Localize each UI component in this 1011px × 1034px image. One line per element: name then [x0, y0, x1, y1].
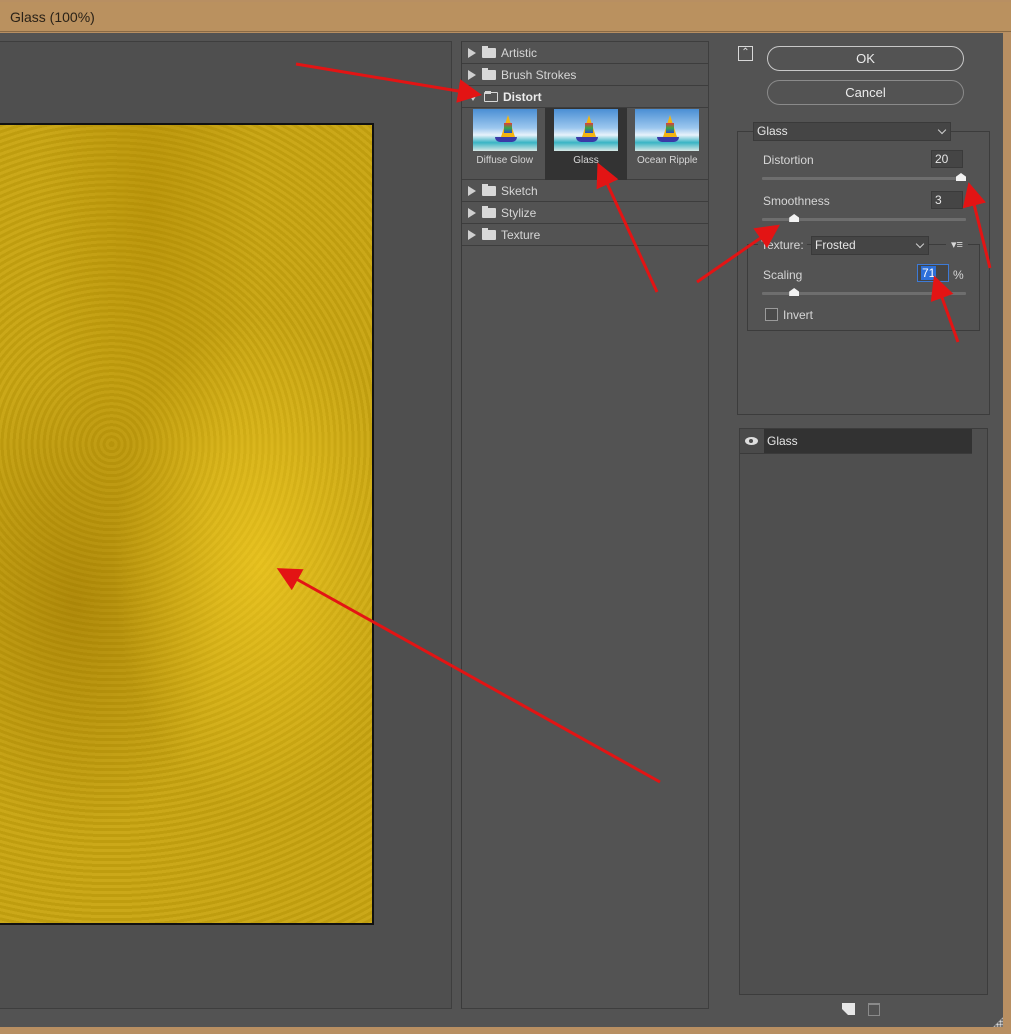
category-artistic[interactable]: Artistic: [462, 42, 708, 64]
distortion-label: Distortion: [763, 153, 814, 167]
filter-label: Glass: [573, 155, 599, 166]
divider: [740, 453, 972, 454]
dialog-body: Artistic Brush Strokes Distort Diffuse G…: [0, 33, 1003, 1027]
scaling-input[interactable]: 71: [917, 264, 949, 282]
category-label: Texture: [501, 227, 541, 242]
ok-button[interactable]: OK: [767, 46, 964, 71]
category-label: Distort: [503, 89, 542, 104]
category-sketch[interactable]: Sketch: [462, 180, 708, 202]
folder-icon: [482, 183, 496, 196]
cancel-button[interactable]: Cancel: [767, 80, 964, 105]
scaling-label: Scaling: [763, 268, 803, 282]
preview-pane[interactable]: [0, 41, 452, 1009]
filter-diffuse-glow[interactable]: Diffuse Glow: [464, 108, 545, 180]
category-label: Brush Strokes: [501, 67, 577, 82]
category-label: Sketch: [501, 183, 538, 198]
expand-triangle-icon: [468, 207, 476, 218]
thumbnail-image: [635, 109, 700, 151]
expand-triangle-icon: [468, 69, 476, 80]
filter-label: Ocean Ripple: [637, 155, 698, 166]
texture-select-value: Frosted: [815, 238, 856, 252]
resize-grip-icon[interactable]: [993, 1017, 1003, 1027]
smoothness-label: Smoothness: [763, 194, 830, 208]
distort-thumbnails: Diffuse Glow Glass Ocean Ripple: [462, 108, 708, 180]
filter-glass[interactable]: Glass: [545, 108, 627, 180]
folder-icon: [482, 205, 496, 218]
expand-triangle-icon: [468, 185, 476, 196]
scaling-value-selected: 71: [921, 266, 937, 280]
expand-triangle-icon: [468, 229, 476, 240]
category-label: Stylize: [501, 205, 537, 220]
distortion-input[interactable]: 20: [931, 150, 963, 168]
filter-gallery-list: Artistic Brush Strokes Distort Diffuse G…: [461, 41, 709, 1009]
effect-layer-name: Glass: [764, 429, 972, 453]
category-stylize[interactable]: Stylize: [462, 202, 708, 224]
category-texture[interactable]: Texture: [462, 224, 708, 246]
category-brush-strokes[interactable]: Brush Strokes: [462, 64, 708, 86]
window-title: Glass (100%): [10, 9, 95, 25]
thumbnail-image: [553, 109, 618, 151]
texture-select[interactable]: Frosted: [811, 236, 929, 255]
category-label: Artistic: [501, 45, 537, 60]
invert-label: Invert: [783, 308, 814, 322]
scaling-unit: %: [953, 268, 964, 282]
category-distort[interactable]: Distort: [462, 86, 708, 108]
expand-triangle-icon: [468, 47, 476, 58]
collapse-gallery-icon[interactable]: ⌃: [738, 46, 753, 61]
filter-gallery-window: Glass (100%) Artistic Brush Strokes Dist…: [0, 0, 1011, 1034]
filter-label: Diffuse Glow: [476, 155, 533, 166]
smoothness-input[interactable]: 3: [931, 191, 963, 209]
texture-group: [747, 244, 980, 331]
preview-image[interactable]: [0, 123, 374, 925]
effect-layer-row[interactable]: Glass: [740, 429, 972, 453]
settings-pane: ⌃ OK Cancel Glass Distortion 20 Smoothne…: [736, 33, 1003, 1027]
eye-icon: [745, 437, 758, 445]
invert-checkbox[interactable]: [765, 308, 778, 321]
texture-label: Texture:: [758, 238, 807, 252]
filter-ocean-ripple[interactable]: Ocean Ripple: [627, 108, 708, 180]
filter-select[interactable]: Glass: [753, 122, 951, 141]
folder-icon: [482, 227, 496, 240]
effect-layers-panel: Glass: [739, 428, 988, 995]
thumbnail-image: [472, 109, 537, 151]
folder-icon: [482, 67, 496, 80]
filter-select-value: Glass: [757, 124, 788, 138]
folder-icon: [482, 45, 496, 58]
open-folder-icon: [484, 90, 498, 102]
delete-effect-layer-icon[interactable]: [868, 1003, 880, 1016]
texture-menu-icon[interactable]: ▾≡: [946, 238, 968, 252]
collapse-triangle-icon: [468, 92, 478, 101]
title-bar[interactable]: Glass (100%): [0, 2, 1011, 32]
chevron-down-icon: [915, 239, 925, 249]
distortion-slider-track[interactable]: [762, 177, 966, 180]
chevron-down-icon: [937, 125, 947, 135]
new-effect-layer-icon[interactable]: [842, 1003, 855, 1015]
visibility-toggle[interactable]: [740, 429, 764, 453]
